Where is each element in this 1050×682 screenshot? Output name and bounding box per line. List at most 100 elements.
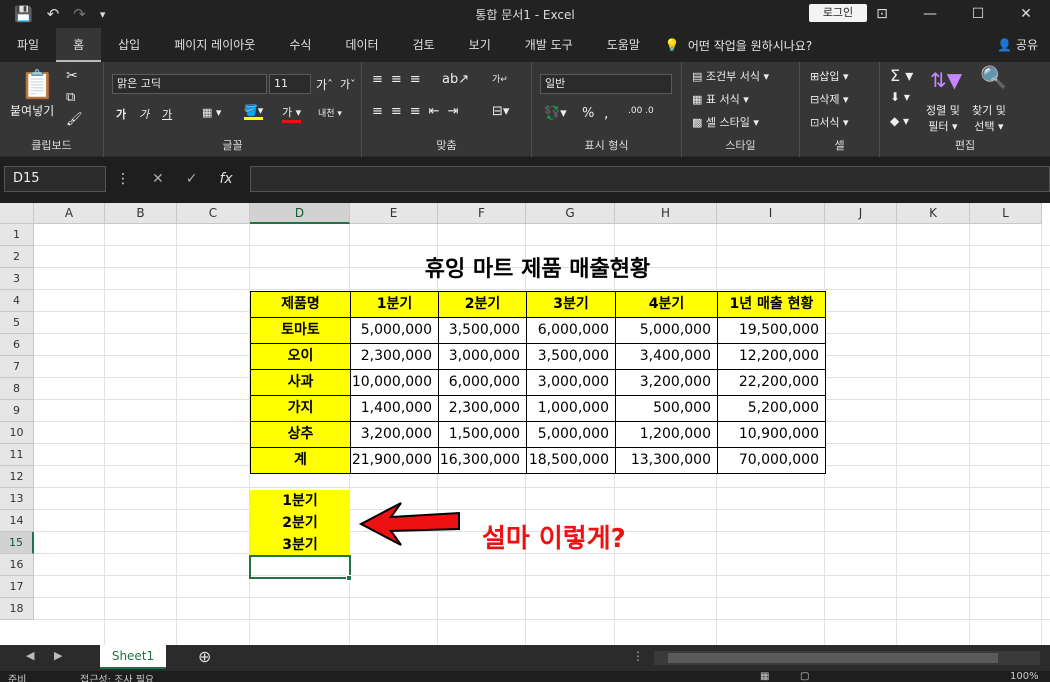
accounting-icon[interactable]: 💱▾: [544, 106, 567, 121]
sales-cell[interactable]: 13,300,000: [615, 447, 718, 474]
row-header[interactable]: 16: [0, 554, 34, 576]
comma-icon[interactable]: ,: [604, 106, 608, 122]
row-header[interactable]: 1: [0, 224, 34, 246]
font-size-select[interactable]: 11: [269, 74, 311, 94]
font-color-icon[interactable]: 가 ▾: [282, 104, 302, 123]
table-header[interactable]: 4분기: [615, 291, 718, 318]
name-box[interactable]: D15: [4, 166, 106, 192]
tab-formulas[interactable]: 수식: [272, 28, 328, 62]
sales-cell[interactable]: 500,000: [615, 395, 718, 422]
customize-qat-icon[interactable]: ▾: [100, 8, 106, 21]
number-format-select[interactable]: 일반: [540, 74, 672, 94]
product-name-cell[interactable]: 계: [250, 447, 351, 474]
format-cells-button[interactable]: ⊡서식 ▾: [810, 114, 849, 130]
tab-page-layout[interactable]: 페이지 레이아웃: [157, 28, 272, 62]
add-sheet-icon[interactable]: ⊕: [198, 647, 211, 666]
bold-icon[interactable]: 가: [116, 106, 126, 122]
row-header[interactable]: 11: [0, 444, 34, 466]
tab-home[interactable]: 홈: [56, 28, 102, 62]
format-painter-icon[interactable]: 🖌: [66, 112, 83, 127]
row-header[interactable]: 17: [0, 576, 34, 598]
sales-cell[interactable]: 1,000,000: [526, 395, 616, 422]
zoom-level[interactable]: 100%: [1010, 671, 1039, 682]
table-header[interactable]: 1년 매출 현황: [717, 291, 826, 318]
tab-data[interactable]: 데이터: [328, 28, 395, 62]
product-name-cell[interactable]: 오이: [250, 343, 351, 370]
conditional-format-button[interactable]: ▤ 조건부 서식 ▾: [692, 68, 769, 84]
undo-icon[interactable]: ↶: [47, 5, 60, 23]
column-header[interactable]: J: [825, 203, 897, 224]
enter-icon[interactable]: ✓: [186, 171, 198, 187]
percent-icon[interactable]: %: [582, 106, 594, 121]
sales-cell[interactable]: 70,000,000: [717, 447, 826, 474]
normal-view-icon[interactable]: ▦: [760, 671, 769, 682]
horizontal-align-icons[interactable]: ≡≡≡⇤⇥: [372, 104, 466, 119]
sales-cell[interactable]: 2,300,000: [350, 343, 439, 370]
sales-cell[interactable]: 19,500,000: [717, 317, 826, 344]
minimize-icon[interactable]: —: [906, 0, 954, 28]
tab-review[interactable]: 검토: [396, 28, 452, 62]
worksheet-grid[interactable]: ABCDEFGHIJKL 1 2 3 4 5 6 7 8 9 10 11 12 13 14 15 16 17 18…: [0, 203, 1050, 645]
column-header[interactable]: G: [526, 203, 615, 224]
sales-cell[interactable]: 21,900,000: [350, 447, 439, 474]
sales-cell[interactable]: 1,400,000: [350, 395, 439, 422]
sales-cell[interactable]: 5,000,000: [350, 317, 439, 344]
copy-icon[interactable]: ⧉: [66, 90, 75, 105]
sales-cell[interactable]: 5,200,000: [717, 395, 826, 422]
paste-icon[interactable]: 📋: [20, 68, 55, 101]
product-name-cell[interactable]: 가지: [250, 395, 351, 422]
cancel-icon[interactable]: ✕: [152, 171, 164, 187]
row-header[interactable]: 3: [0, 268, 34, 290]
cell-styles-button[interactable]: ▩ 셀 스타일 ▾: [692, 114, 759, 130]
column-header[interactable]: L: [970, 203, 1042, 224]
paste-button[interactable]: 붙여넣기: [10, 102, 54, 119]
phonetic-icon[interactable]: 내천 ▾: [318, 106, 342, 119]
sales-cell[interactable]: 1,500,000: [438, 421, 527, 448]
insert-cells-button[interactable]: ⊞삽입 ▾: [810, 68, 849, 84]
tab-view[interactable]: 보기: [452, 28, 508, 62]
sales-cell[interactable]: 3,200,000: [350, 421, 439, 448]
sales-cell[interactable]: 5,000,000: [526, 421, 616, 448]
font-grow-icon[interactable]: 가ˆ: [316, 76, 333, 93]
cut-icon[interactable]: ✂: [66, 68, 78, 84]
fill-handle[interactable]: [346, 575, 352, 581]
fill-icon[interactable]: ⬇ ▾: [890, 90, 910, 104]
sales-cell[interactable]: 6,000,000: [438, 369, 527, 396]
column-header[interactable]: E: [350, 203, 438, 224]
close-icon[interactable]: ✕: [1002, 0, 1050, 28]
row-header[interactable]: 2: [0, 246, 34, 268]
tab-insert[interactable]: 삽입: [101, 28, 157, 62]
formula-input[interactable]: [250, 166, 1050, 192]
sales-cell[interactable]: 3,400,000: [615, 343, 718, 370]
maximize-icon[interactable]: ☐: [954, 0, 1002, 28]
sales-cell[interactable]: 2,300,000: [438, 395, 527, 422]
sales-cell[interactable]: 6,000,000: [526, 317, 616, 344]
scroll-left-icon[interactable]: ◀: [26, 649, 34, 662]
horizontal-scrollbar[interactable]: [654, 651, 1040, 665]
vertical-align-icons[interactable]: ≡≡≡: [372, 72, 429, 87]
list-item[interactable]: 2분기: [250, 512, 350, 534]
column-header[interactable]: K: [897, 203, 970, 224]
column-header[interactable]: C: [177, 203, 250, 224]
sales-cell[interactable]: 5,000,000: [615, 317, 718, 344]
wrap-text-icon[interactable]: 가↵: [492, 72, 508, 85]
sales-cell[interactable]: 10,900,000: [717, 421, 826, 448]
save-icon[interactable]: 💾: [14, 5, 33, 23]
orientation-icon[interactable]: ab↗: [442, 72, 469, 87]
autosum-icon[interactable]: Σ ▾: [890, 66, 913, 85]
table-header[interactable]: 1분기: [350, 291, 439, 318]
tell-me-box[interactable]: 💡 어떤 작업을 원하시나요?: [665, 37, 812, 54]
insert-function-icon[interactable]: fx: [219, 171, 232, 187]
splitter-icon[interactable]: ⋮: [632, 649, 644, 663]
scroll-right-icon[interactable]: ▶: [54, 649, 62, 662]
row-header[interactable]: 15: [0, 532, 34, 554]
clear-icon[interactable]: ◆ ▾: [890, 114, 909, 128]
sales-cell[interactable]: 3,000,000: [526, 369, 616, 396]
tab-developer[interactable]: 개발 도구: [508, 28, 590, 62]
sales-cell[interactable]: 3,000,000: [438, 343, 527, 370]
sort-filter-button[interactable]: 정렬 및 필터 ▾: [926, 102, 960, 134]
merge-center-icon[interactable]: ⊟▾: [492, 104, 509, 119]
column-header[interactable]: B: [105, 203, 177, 224]
row-header[interactable]: 5: [0, 312, 34, 334]
sales-cell[interactable]: 3,200,000: [615, 369, 718, 396]
